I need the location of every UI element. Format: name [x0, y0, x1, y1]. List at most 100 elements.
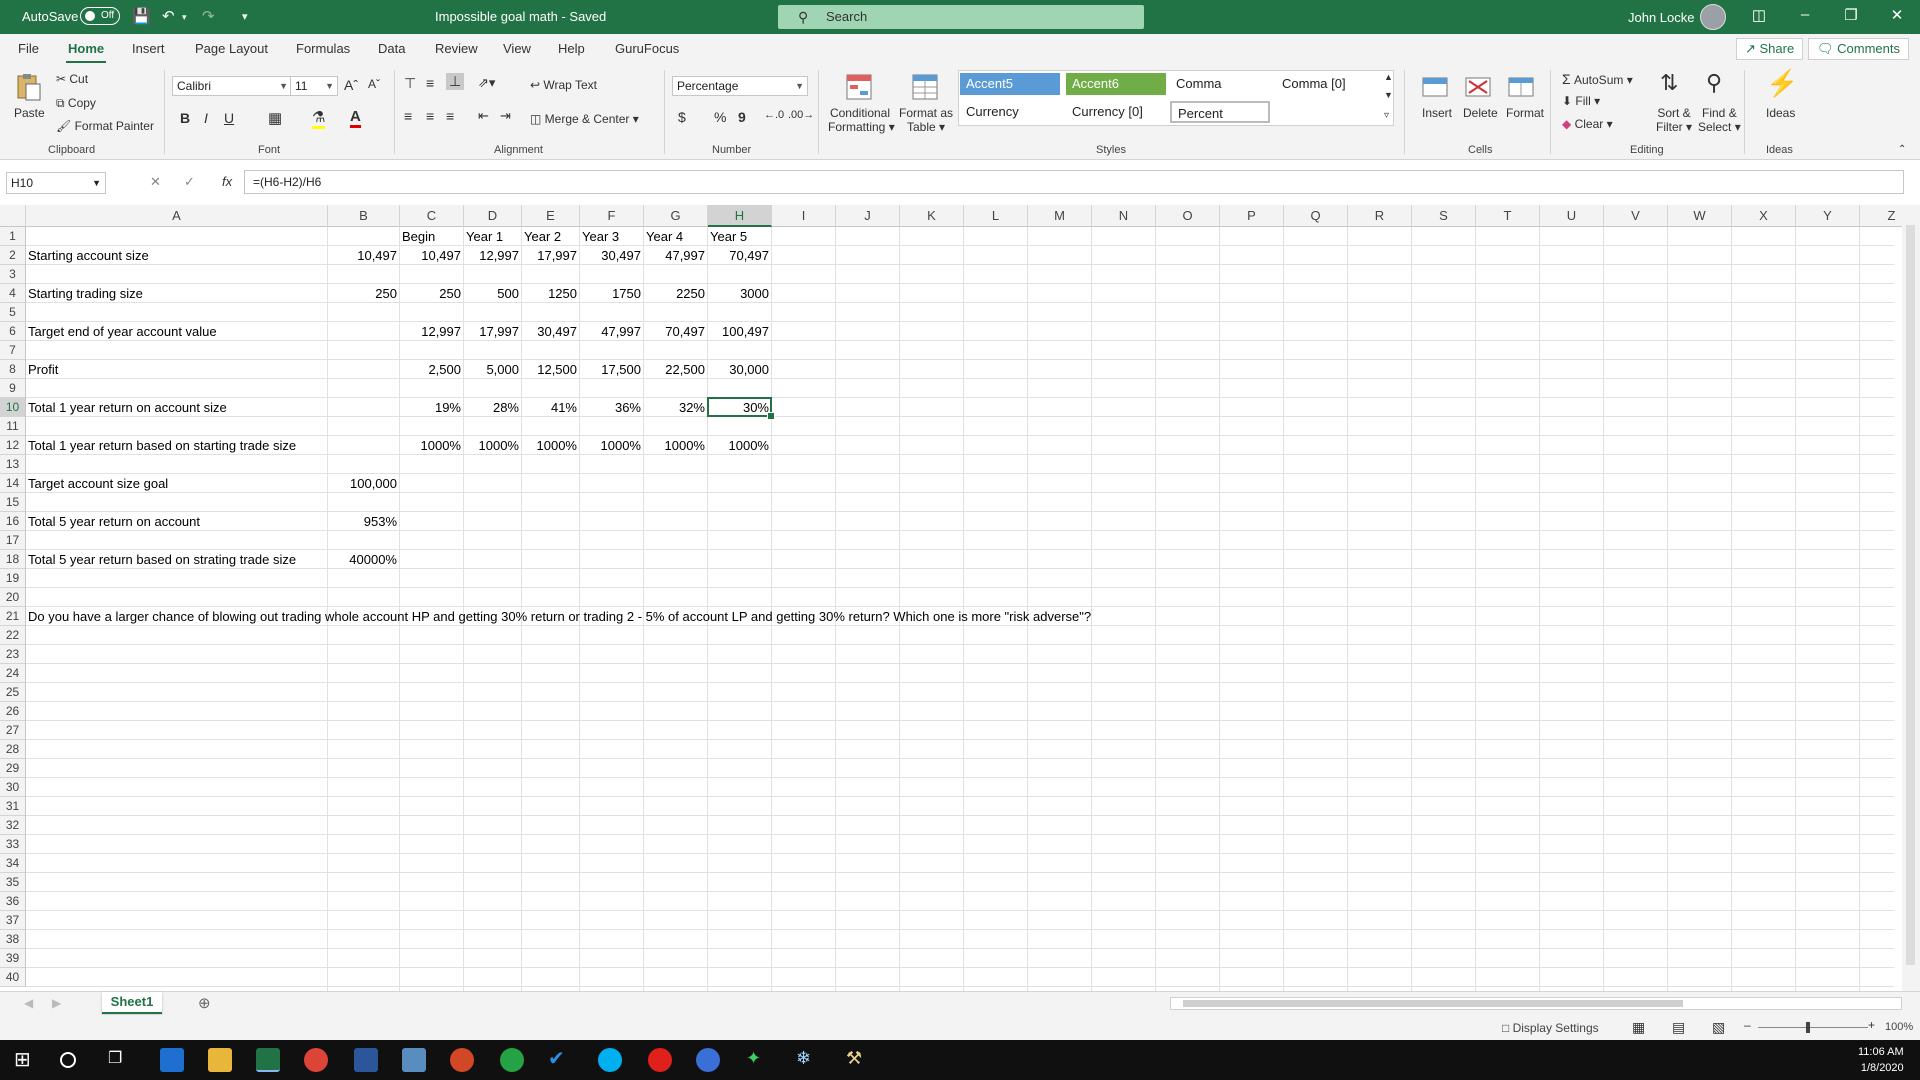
cell-h1[interactable]: Year 5 [708, 227, 772, 246]
insert-cells-icon[interactable] [1420, 72, 1450, 102]
cell-c6[interactable]: 12,997 [400, 322, 464, 341]
zoom-in-icon[interactable]: + [1868, 1018, 1875, 1032]
column-header-a[interactable]: A [26, 205, 328, 227]
format-cells-icon[interactable] [1506, 72, 1536, 102]
cell-h6[interactable]: 100,497 [708, 322, 772, 341]
cell-g8[interactable]: 22,500 [644, 360, 708, 379]
find-select-icon[interactable]: ⚲ [1706, 70, 1722, 96]
select-all-corner[interactable] [0, 205, 26, 227]
cell-h2[interactable]: 70,497 [708, 246, 772, 265]
column-header-s[interactable]: S [1412, 205, 1476, 227]
scrollbar-thumb[interactable] [1183, 1000, 1683, 1007]
row-header-37[interactable]: 37 [0, 911, 26, 930]
cell-e10[interactable]: 41% [522, 398, 580, 417]
row-header-29[interactable]: 29 [0, 759, 26, 778]
increase-decimal-icon[interactable]: ←.0 [764, 109, 784, 121]
display-settings-button[interactable]: □ Display Settings [1502, 1021, 1599, 1035]
row-header-8[interactable]: 8 [0, 360, 26, 379]
cell-d6[interactable]: 17,997 [464, 322, 522, 341]
ideas-button[interactable]: Ideas [1766, 106, 1795, 120]
cell-a2[interactable]: Starting account size [26, 246, 328, 265]
fill-button[interactable]: ⬇ Fill ▾ [1562, 94, 1600, 108]
cell-a4[interactable]: Starting trading size [26, 284, 328, 303]
row-header-1[interactable]: 1 [0, 227, 26, 246]
excel-icon[interactable] [256, 1048, 280, 1072]
cell-b16[interactable]: 953% [328, 512, 400, 531]
borders-icon[interactable]: ▦ [268, 109, 282, 127]
cell-g1[interactable]: Year 4 [644, 227, 708, 246]
column-header-c[interactable]: C [400, 205, 464, 227]
delete-button[interactable]: Delete [1463, 106, 1498, 120]
cell-a6[interactable]: Target end of year account value [26, 322, 328, 341]
column-header-y[interactable]: Y [1796, 205, 1860, 227]
file-explorer-icon[interactable] [208, 1048, 232, 1072]
cell-h4[interactable]: 3000 [708, 284, 772, 303]
conditional-formatting-icon[interactable] [844, 72, 874, 102]
increase-font-icon[interactable]: Aˆ [344, 77, 358, 93]
zoom-slider[interactable] [1758, 1022, 1868, 1033]
column-header-w[interactable]: W [1668, 205, 1732, 227]
row-header-2[interactable]: 2 [0, 246, 26, 265]
conditional-formatting-button[interactable]: Conditional Formatting ▾ [828, 106, 895, 134]
align-center-icon[interactable]: ≡ [426, 108, 434, 124]
font-size-select[interactable]: 11 ▼ [290, 76, 338, 96]
row-header-7[interactable]: 7 [0, 341, 26, 360]
cancel-icon[interactable]: ✕ [150, 174, 161, 190]
column-header-l[interactable]: L [964, 205, 1028, 227]
scrollbar-thumb[interactable] [1906, 225, 1915, 965]
style-accent6[interactable]: Accent6 [1066, 73, 1166, 95]
edge-icon[interactable] [160, 1048, 184, 1072]
decrease-font-icon[interactable]: Aˇ [368, 77, 380, 91]
row-header-14[interactable]: 14 [0, 474, 26, 493]
cell-a21[interactable]: Do you have a larger chance of blowing o… [26, 607, 1091, 626]
tool-app-icon[interactable]: ⚒ [846, 1048, 870, 1072]
cell-c10[interactable]: 19% [400, 398, 464, 417]
font-color-icon[interactable]: A [350, 108, 361, 128]
insert-function-icon[interactable]: fx [222, 174, 232, 189]
search-box[interactable]: ⚲ Search [778, 5, 1144, 29]
tab-gurufocus[interactable]: GuruFocus [615, 41, 679, 56]
page-layout-view-icon[interactable]: ▤ [1672, 1019, 1685, 1036]
cell-d2[interactable]: 12,997 [464, 246, 522, 265]
row-header-25[interactable]: 25 [0, 683, 26, 702]
formula-input[interactable]: =(H6-H2)/H6 [244, 170, 1904, 194]
row-header-5[interactable]: 5 [0, 303, 26, 322]
cell-f8[interactable]: 17,500 [580, 360, 644, 379]
percent-style-button[interactable]: % [714, 109, 726, 125]
insert-button[interactable]: Insert [1422, 106, 1452, 120]
snowflake-app-icon[interactable]: ❄ [796, 1048, 820, 1072]
format-as-table-button[interactable]: Format as Table ▾ [896, 106, 956, 134]
sheet-tab-sheet1[interactable]: Sheet1 [102, 992, 162, 1014]
tab-help[interactable]: Help [558, 41, 585, 56]
clear-button[interactable]: ◆ Clear ▾ [1562, 117, 1613, 131]
cell-g12[interactable]: 1000% [644, 436, 708, 455]
cell-e2[interactable]: 17,997 [522, 246, 580, 265]
cut-button[interactable]: ✂ Cut [56, 72, 88, 86]
cell-c1[interactable]: Begin [400, 227, 464, 246]
next-sheet-icon[interactable]: ▶ [52, 996, 61, 1010]
notes-app-icon[interactable] [402, 1048, 426, 1072]
font-name-select[interactable]: Calibri ▼ [172, 76, 292, 96]
tab-data[interactable]: Data [378, 41, 405, 56]
zoom-out-icon[interactable]: – [1744, 1018, 1751, 1032]
row-header-18[interactable]: 18 [0, 550, 26, 569]
column-header-i[interactable]: I [772, 205, 836, 227]
row-header-12[interactable]: 12 [0, 436, 26, 455]
align-middle-icon[interactable]: ≡ [426, 75, 434, 91]
cell-f6[interactable]: 47,997 [580, 322, 644, 341]
checkmark-app-icon[interactable]: ✔ [548, 1046, 572, 1070]
row-header-35[interactable]: 35 [0, 873, 26, 892]
blue-app-icon[interactable] [696, 1048, 720, 1072]
horizontal-scrollbar[interactable] [1170, 997, 1902, 1010]
row-header-33[interactable]: 33 [0, 835, 26, 854]
row-header-21[interactable]: 21 [0, 607, 26, 626]
merge-center-button[interactable]: ◫ Merge & Center ▾ [530, 112, 639, 126]
tab-formulas[interactable]: Formulas [296, 41, 350, 56]
align-bottom-icon[interactable]: ⊥ [446, 73, 465, 90]
row-header-19[interactable]: 19 [0, 569, 26, 588]
paste-button[interactable]: Paste [14, 106, 45, 120]
zoom-slider-knob[interactable] [1806, 1022, 1810, 1033]
cell-a8[interactable]: Profit [26, 360, 328, 379]
cell-e6[interactable]: 30,497 [522, 322, 580, 341]
column-header-q[interactable]: Q [1284, 205, 1348, 227]
